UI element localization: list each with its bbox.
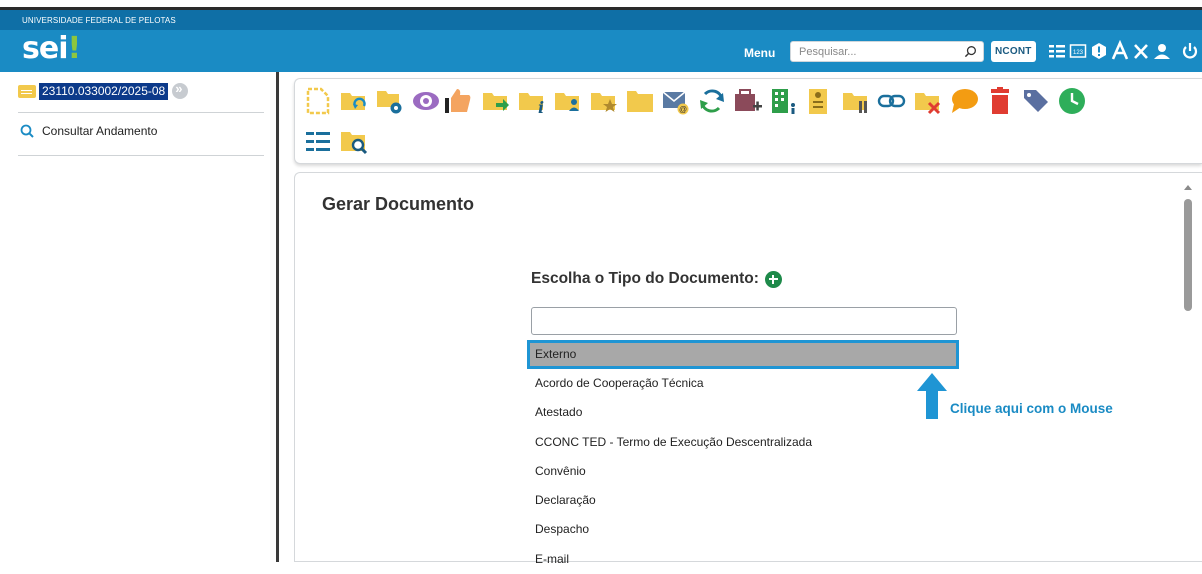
search-icon	[20, 124, 34, 138]
document-type-option[interactable]: Declaração	[527, 486, 959, 515]
tag-icon[interactable]	[1021, 86, 1051, 116]
university-name: UNIVERSIDADE FEDERAL DE PELOTAS	[0, 10, 1202, 30]
view-eye-icon[interactable]	[411, 86, 441, 116]
folder-forward-icon[interactable]	[481, 86, 511, 116]
document-type-option[interactable]: E-mail	[527, 545, 959, 574]
document-type-option[interactable]: Convênio	[527, 457, 959, 486]
svg-text:@: @	[679, 105, 687, 114]
instruction-callout: Clique aqui com o Mouse	[917, 373, 1113, 424]
document-type-heading: Escolha o Tipo do Documento:	[531, 270, 782, 288]
unit-selector[interactable]: NCONT	[991, 41, 1036, 62]
document-type-label: Escolha o Tipo do Documento:	[531, 270, 759, 287]
fast-forward-icon[interactable]	[172, 81, 189, 99]
svg-text:123: 123	[1073, 50, 1084, 56]
clipboard-user-icon[interactable]	[805, 86, 835, 116]
folder-search-icon[interactable]	[339, 127, 369, 157]
process-item[interactable]: 23110.033002/2025-08	[18, 81, 189, 100]
sei-logo[interactable]: sei!	[22, 34, 81, 64]
plus-icon[interactable]	[764, 270, 782, 288]
building-icon[interactable]	[769, 86, 799, 116]
list-icon[interactable]	[1047, 40, 1067, 62]
email-icon[interactable]: @	[661, 86, 691, 116]
folder-user-icon[interactable]	[553, 86, 583, 116]
search-icon[interactable]	[964, 45, 977, 58]
document-type-option-externo[interactable]: Externo	[527, 340, 959, 369]
folder-plain-icon[interactable]	[625, 86, 655, 116]
instruction-text: Clique aqui com o Mouse	[950, 401, 1113, 416]
process-toolbar: i @	[294, 78, 1202, 164]
document-type-option[interactable]: Acordo de Cooperação Técnica	[527, 369, 959, 398]
process-number[interactable]: 23110.033002/2025-08	[39, 82, 169, 100]
folder-star-icon[interactable]	[589, 86, 619, 116]
list-view-icon[interactable]	[303, 127, 333, 157]
folder-sync-icon[interactable]	[339, 86, 369, 116]
user-icon[interactable]	[1152, 40, 1172, 62]
power-icon[interactable]	[1180, 40, 1200, 62]
window-top-strip	[0, 0, 1202, 10]
new-document-icon[interactable]	[303, 86, 333, 116]
comment-icon[interactable]	[949, 86, 979, 116]
consult-progress-label: Consultar Andamento	[42, 124, 158, 138]
page-title: Gerar Documento	[322, 194, 475, 214]
sign-icon[interactable]	[443, 86, 473, 116]
divider	[18, 112, 264, 113]
calculator-icon[interactable]: 123	[1068, 40, 1088, 62]
trash-icon[interactable]	[985, 86, 1015, 116]
app-header: UNIVERSIDADE FEDERAL DE PELOTAS sei! Men…	[0, 10, 1202, 72]
alert-icon[interactable]	[1089, 40, 1109, 62]
process-tree-panel: 23110.033002/2025-08 Consultar Andamento	[0, 72, 280, 562]
vertical-scrollbar[interactable]	[1181, 179, 1195, 559]
document-type-list: Externo Acordo de Cooperação Técnica Ate…	[527, 340, 959, 574]
link-icon[interactable]	[877, 86, 907, 116]
document-type-option[interactable]: CCONC TED - Termo de Execução Descentral…	[527, 428, 959, 457]
clock-icon[interactable]	[1057, 86, 1087, 116]
divider	[18, 155, 264, 156]
font-size-icon[interactable]	[1110, 40, 1130, 62]
folder-info-icon[interactable]: i	[517, 86, 547, 116]
search-box[interactable]	[790, 41, 984, 62]
document-type-filter-input[interactable]	[531, 307, 957, 335]
document-type-option[interactable]: Atestado	[527, 398, 959, 427]
consult-progress-link[interactable]: Consultar Andamento	[20, 124, 157, 138]
panel-splitter[interactable]	[276, 72, 279, 562]
main-content-panel: Gerar Documento Escolha o Tipo do Docume…	[294, 172, 1202, 566]
scroll-up-icon[interactable]	[1184, 185, 1192, 190]
svg-text:i: i	[538, 98, 544, 116]
menu-button[interactable]: Menu	[744, 46, 775, 60]
folder-pause-icon[interactable]	[841, 86, 871, 116]
folder-settings-icon[interactable]	[375, 86, 405, 116]
refresh-icon[interactable]	[697, 86, 727, 116]
scrollbar-thumb[interactable]	[1184, 199, 1192, 311]
document-type-option[interactable]: Despacho	[527, 515, 959, 544]
arrow-up-icon	[917, 373, 947, 419]
process-folder-icon	[18, 84, 36, 98]
search-input[interactable]	[799, 44, 959, 59]
folder-close-icon[interactable]	[913, 86, 943, 116]
briefcase-add-icon[interactable]	[733, 86, 763, 116]
tools-icon[interactable]	[1131, 40, 1151, 62]
